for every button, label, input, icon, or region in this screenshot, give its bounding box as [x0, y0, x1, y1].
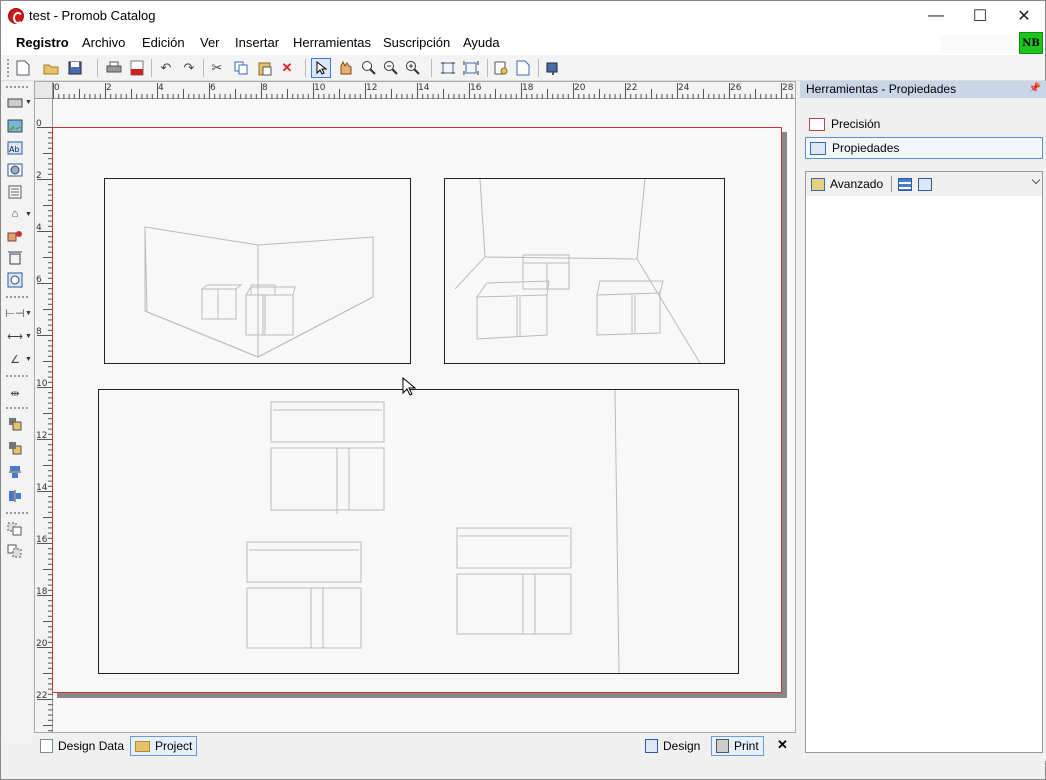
panel-header: Herramientas - Propiedades 📌	[800, 81, 1046, 98]
save-icon[interactable]	[65, 58, 85, 78]
pin-icon[interactable]: 📌	[1029, 83, 1041, 94]
properties-icon	[810, 141, 826, 155]
advanced-toolbar: Avanzado	[806, 172, 1042, 196]
image-tool-icon[interactable]	[6, 118, 24, 134]
print-layout-canvas[interactable]: 0 2 4 6 8 10 12 14 16 18 20 22 24 26 28 …	[34, 81, 796, 733]
fit-width-icon[interactable]	[461, 58, 481, 78]
maximize-button[interactable]: ☐	[957, 1, 1003, 31]
close-button[interactable]: ✕	[1001, 1, 1046, 31]
folder-icon	[135, 740, 150, 752]
user-avatar-badge[interactable]: NB	[1019, 32, 1043, 54]
vertical-ruler: 0 2 4 6 8 10 12 14 16 18 20 22	[35, 99, 53, 732]
svg-text:Ab: Ab	[9, 145, 20, 154]
elevations-render	[246, 389, 620, 674]
print-icon[interactable]	[104, 58, 124, 78]
room-3d-render	[144, 226, 374, 358]
measure-tool-icon[interactable]: ⇹	[6, 385, 24, 401]
text-tool-icon[interactable]: Ab	[6, 140, 24, 156]
app-window: test - Promob Catalog — ☐ ✕ Registro Arc…	[0, 0, 1046, 780]
close-tab-icon[interactable]: ✕	[777, 737, 788, 753]
viewport-front-elevations[interactable]	[98, 389, 739, 674]
ruler-corner	[35, 82, 53, 99]
menu-registro[interactable]: Registro	[16, 35, 69, 50]
mouse-cursor	[402, 377, 416, 396]
properties-button[interactable]: Propiedades	[805, 137, 1043, 159]
bring-front-icon[interactable]	[6, 416, 24, 432]
promob-app-icon	[8, 8, 24, 24]
undo-icon[interactable]: ↶	[156, 58, 176, 78]
redo-icon[interactable]: ↷	[179, 58, 199, 78]
window-title: test - Promob Catalog	[29, 8, 156, 23]
select-arrow-icon[interactable]	[311, 58, 331, 78]
tab-design[interactable]: Design	[641, 736, 704, 756]
view-3d-tool-icon[interactable]	[6, 162, 24, 178]
categorized-view-icon[interactable]	[898, 177, 913, 191]
tab-project[interactable]: Project	[130, 736, 198, 756]
horizontal-ruler: 0 2 4 6 8 10 12 14 16 18 20 22 24 26 28	[53, 82, 795, 99]
properties-panel: Herramientas - Propiedades 📌 Precisión P…	[800, 81, 1046, 761]
menu-bar: Registro Archivo Edición Ver Insertar He…	[1, 31, 1045, 55]
clock-tool-icon[interactable]	[6, 272, 24, 288]
dimension-box-tool-icon[interactable]	[6, 250, 24, 266]
menu-ayuda[interactable]: Ayuda	[463, 35, 500, 50]
cut-icon[interactable]: ✂	[207, 58, 227, 78]
viewport-perspective-room[interactable]	[104, 178, 411, 364]
print-page[interactable]	[52, 127, 782, 693]
main-toolbar: ↶ ↷ ✂ ✕	[1, 55, 1045, 81]
advanced-icon	[811, 177, 825, 191]
bottom-tab-bar: Design Data Project Design Print ✕	[34, 733, 796, 759]
delete-icon[interactable]: ✕	[277, 58, 297, 78]
angle-dimension-icon[interactable]: ∠	[6, 351, 24, 367]
menu-suscripcion[interactable]: Suscripción	[383, 35, 450, 50]
zoom-out-icon[interactable]	[381, 58, 401, 78]
horizontal-dimension-icon[interactable]: ⊢⊣	[5, 305, 24, 321]
design-view-icon	[645, 739, 658, 753]
list-tool-icon[interactable]	[6, 184, 24, 200]
precision-button[interactable]: Precisión	[805, 113, 1043, 135]
camera-view-tool-icon[interactable]: ⌂	[6, 206, 24, 222]
tab-print[interactable]: Print	[711, 736, 764, 756]
toolbar-grip[interactable]	[7, 59, 10, 77]
export-icon[interactable]	[543, 58, 563, 78]
linear-dimension-icon[interactable]: ⟷	[6, 328, 24, 344]
fit-page-icon[interactable]	[438, 58, 458, 78]
align-vertical-icon[interactable]	[6, 488, 24, 504]
print-view-icon	[716, 739, 729, 753]
ungroup-icon[interactable]	[6, 543, 24, 559]
cabinets-3d-render	[454, 178, 701, 364]
copy-icon[interactable]	[231, 58, 251, 78]
rectangle-tool-icon[interactable]	[6, 95, 24, 111]
menu-archivo[interactable]: Archivo	[82, 35, 125, 50]
open-folder-icon[interactable]	[41, 58, 61, 78]
table-view-icon[interactable]	[918, 177, 933, 191]
title-bar: test - Promob Catalog — ☐ ✕	[1, 1, 1045, 31]
align-horizontal-icon[interactable]	[6, 464, 24, 480]
blank-page-icon[interactable]	[513, 58, 533, 78]
tab-design-data[interactable]: Design Data	[36, 736, 128, 756]
render-tool-icon[interactable]	[6, 228, 24, 244]
precision-icon	[809, 117, 825, 131]
zoom-in-icon[interactable]	[403, 58, 423, 78]
user-name-area	[941, 35, 1015, 53]
menu-herramientas[interactable]: Herramientas	[293, 35, 371, 50]
menu-edicion[interactable]: Edición	[142, 35, 185, 50]
page-setup-icon[interactable]	[491, 58, 511, 78]
left-toolbox: ▼ Ab ⌂ ▼ ⊢⊣ ▼ ⟷ ▼ ∠ ▼ ⇹	[1, 83, 33, 743]
group-icon[interactable]	[6, 521, 24, 537]
menu-ver[interactable]: Ver	[200, 35, 220, 50]
viewport-cabinets-3d[interactable]	[444, 178, 725, 364]
send-back-icon[interactable]	[6, 440, 24, 456]
pdf-icon[interactable]	[127, 58, 147, 78]
paste-icon[interactable]	[255, 58, 275, 78]
advanced-label[interactable]: Avanzado	[830, 177, 883, 191]
menu-insertar[interactable]: Insertar	[235, 35, 279, 50]
document-icon	[40, 739, 53, 753]
zoom-area-icon[interactable]	[359, 58, 379, 78]
pan-hand-icon[interactable]	[335, 58, 355, 78]
minimize-button[interactable]: —	[913, 1, 959, 31]
advanced-properties-area: Avanzado	[805, 171, 1043, 753]
new-icon[interactable]	[13, 58, 33, 78]
